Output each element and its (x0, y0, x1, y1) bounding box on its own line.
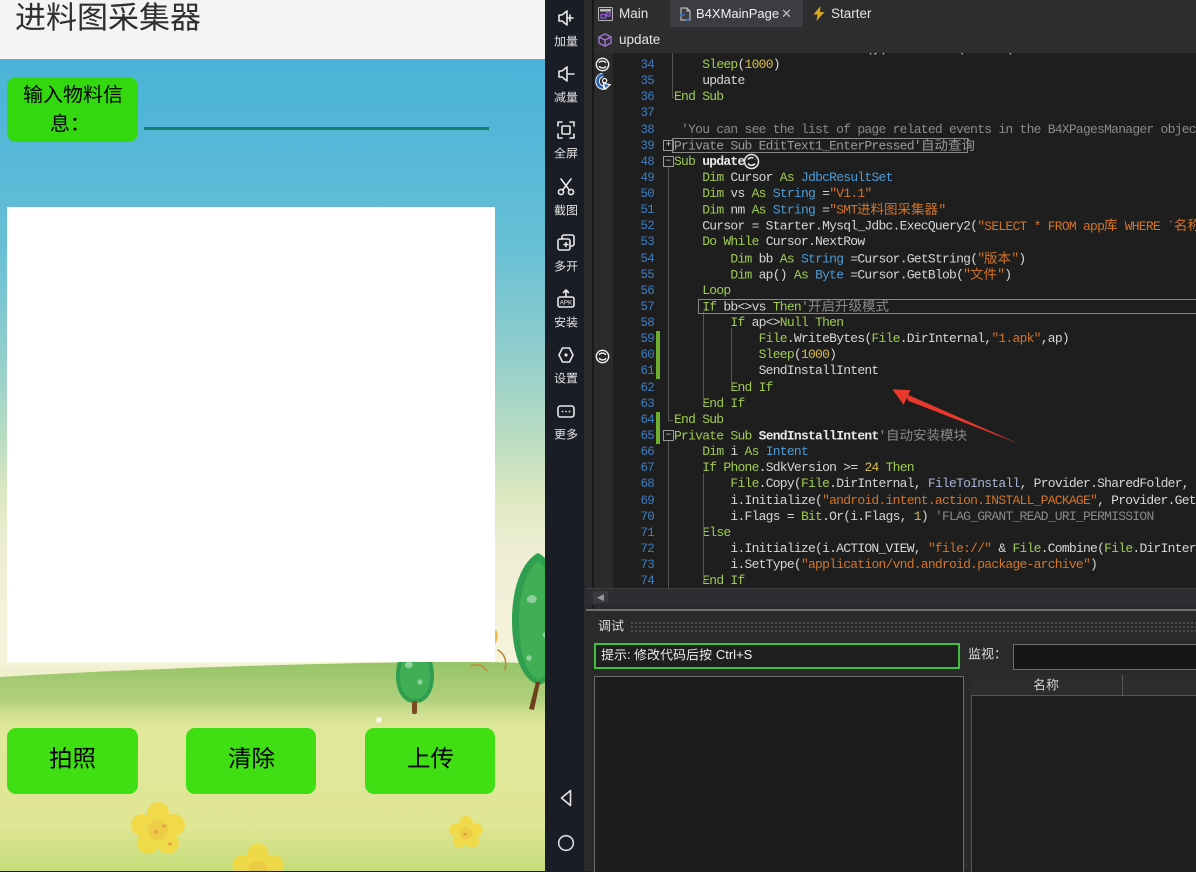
svg-text:APK: APK (559, 300, 572, 307)
